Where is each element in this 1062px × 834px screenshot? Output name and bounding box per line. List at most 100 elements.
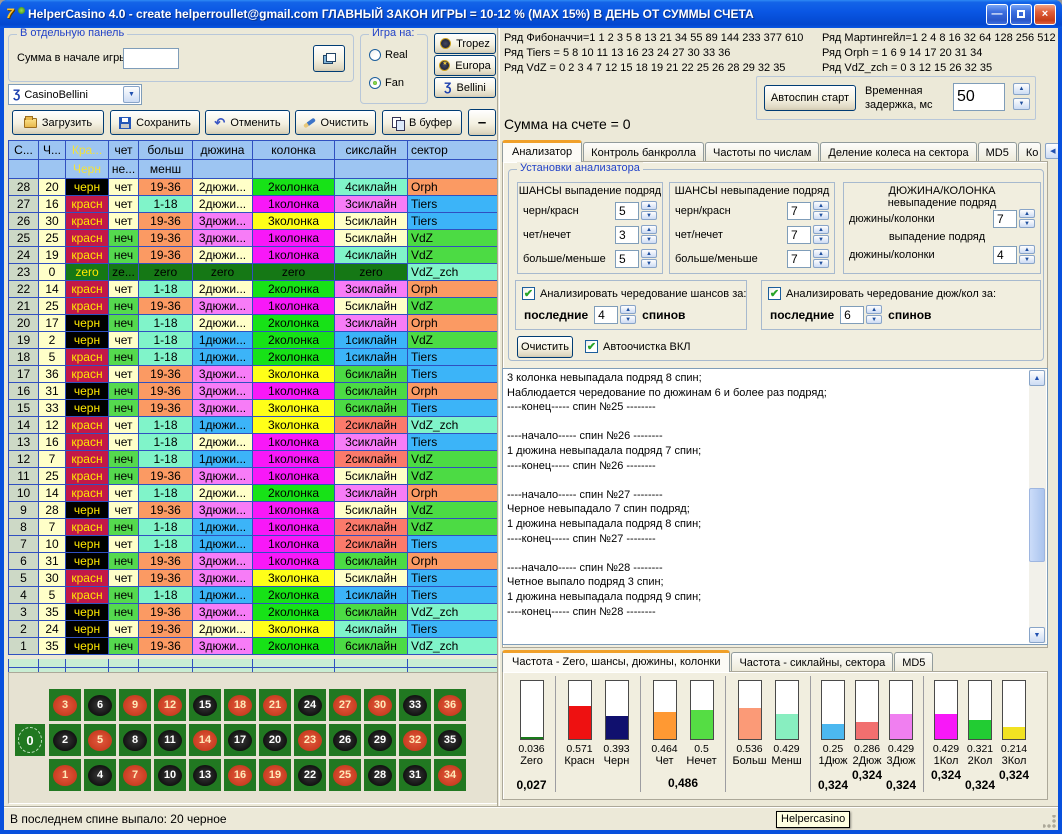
roulette-number-33[interactable]: 33 [399,689,431,721]
scroll-down-icon[interactable]: ▼ [1029,627,1045,643]
roulette-number-21[interactable]: 21 [259,689,291,721]
scroll-thumb[interactable] [1029,488,1045,562]
spinner[interactable]: 5▲▼ [615,201,657,220]
copy-to-clipboard-button[interactable]: В буфер [382,110,462,135]
radio-real[interactable]: Real [369,49,408,61]
delay-value[interactable]: 50 [953,83,1005,111]
winning-number-cell: 20 [39,179,66,196]
spinner[interactable]: 4▲▼ [993,245,1035,264]
tab-md5[interactable]: MD5 [978,142,1017,162]
close-button[interactable]: × [1034,4,1056,25]
alternation-chances-label: Анализировать чередование шансов за: [540,288,746,300]
roulette-number-1[interactable]: 1 [49,759,81,791]
tab-analyzer[interactable]: Анализатор [502,140,582,162]
roulette-number-4[interactable]: 4 [84,759,116,791]
roulette-number-3[interactable]: 3 [49,689,81,721]
roulette-number-31[interactable]: 31 [399,759,431,791]
undo-button[interactable]: ↶Отменить [205,110,290,135]
autospin-start-button[interactable]: Автоспин старт [764,85,856,111]
spinner[interactable]: 4▲▼ [594,305,636,324]
tab-more[interactable]: Ко [1018,142,1042,162]
tab-freq-main[interactable]: Частота - Zero, шансы, дюжины, колонки [502,650,730,672]
tab-scroll-left-icon[interactable]: ◀ [1045,143,1058,159]
roulette-number-5[interactable]: 5 [84,724,116,756]
sector-cell: VdZ [408,519,498,536]
spinner[interactable]: 7▲▼ [787,249,829,268]
titlebar[interactable]: 7 HelperCasino 4.0 - create helperroulle… [0,0,1062,28]
roulette-number-12[interactable]: 12 [154,689,186,721]
collapse-button[interactable]: – [468,109,496,136]
start-sum-input[interactable] [123,48,179,69]
roulette-number-24[interactable]: 24 [294,689,326,721]
roulette-number-28[interactable]: 28 [364,759,396,791]
tab-number-frequencies[interactable]: Частоты по числам [705,142,819,162]
roulette-number-8[interactable]: 8 [119,724,151,756]
spinner[interactable]: 7▲▼ [993,209,1035,228]
radio-fan[interactable]: Fan [369,77,404,89]
delay-stepper[interactable]: ▲ ▼ [1013,83,1030,110]
roulette-number-29[interactable]: 29 [364,724,396,756]
roulette-number-19[interactable]: 19 [259,759,291,791]
checkbox-checked[interactable]: ✔ [768,287,781,300]
clear-button[interactable]: Очистить [295,110,376,135]
roulette-number-36[interactable]: 36 [434,689,466,721]
maximize-button[interactable] [1010,4,1032,25]
roulette-number-18[interactable]: 18 [224,689,256,721]
analysis-log[interactable]: 3 колонка невыпадала подряд 8 спин; Набл… [502,368,1048,645]
range-cell: 1-18 [139,349,193,366]
tab-freq-sixlines[interactable]: Частота - сиклайны, сектора [731,652,893,672]
spinner[interactable]: 3▲▼ [615,225,657,244]
resize-grip[interactable] [1043,815,1056,828]
spinner[interactable]: 6▲▼ [840,305,882,324]
sixline-cell: 3сиклайн [335,315,408,332]
spinner[interactable]: 7▲▼ [787,201,829,220]
checkbox-checked[interactable]: ✔ [522,287,535,300]
roulette-number-10[interactable]: 10 [154,759,186,791]
roulette-number-25[interactable]: 25 [329,759,361,791]
tab-bankroll[interactable]: Контроль банкролла [583,142,704,162]
autoclear-checkbox[interactable]: ✔ Автоочистка ВКЛ [585,340,690,353]
roulette-number-27[interactable]: 27 [329,689,361,721]
log-scrollbar[interactable]: ▲ ▼ [1029,370,1046,643]
tab-wheel-sectors[interactable]: Деление колеса на сектора [820,142,976,162]
roulette-number-17[interactable]: 17 [224,724,256,756]
tab-freq-md5[interactable]: MD5 [894,652,933,672]
spinner[interactable]: 7▲▼ [787,225,829,244]
spinner[interactable]: 5▲▼ [615,249,657,268]
roulette-number-35[interactable]: 35 [434,724,466,756]
range-cell: 1-18 [139,485,193,502]
down-arrow-icon[interactable]: ▼ [1013,98,1030,110]
tropez-button[interactable]: Tropez [434,33,496,54]
roulette-number-2[interactable]: 2 [49,724,81,756]
roulette-number-26[interactable]: 26 [329,724,361,756]
color-cell: красн [66,213,109,230]
roulette-number-20[interactable]: 20 [259,724,291,756]
roulette-number-23[interactable]: 23 [294,724,326,756]
roulette-number-9[interactable]: 9 [119,689,151,721]
analyzer-clear-button[interactable]: Очистить [517,336,573,358]
detach-panel-button[interactable] [313,45,345,72]
load-button[interactable]: Загрузить [12,110,104,135]
roulette-number-13[interactable]: 13 [189,759,221,791]
up-arrow-icon[interactable]: ▲ [1013,83,1030,95]
scroll-up-icon[interactable]: ▲ [1029,370,1045,386]
roulette-number-15[interactable]: 15 [189,689,221,721]
roulette-number-16[interactable]: 16 [224,759,256,791]
minimize-button[interactable]: — [986,4,1008,25]
chevron-down-icon[interactable]: ▼ [123,86,140,103]
roulette-chip: 22 [298,765,322,786]
roulette-zero-cell[interactable]: 0 [15,724,45,756]
save-button[interactable]: Сохранить [110,110,200,135]
roulette-number-6[interactable]: 6 [84,689,116,721]
roulette-number-30[interactable]: 30 [364,689,396,721]
roulette-number-22[interactable]: 22 [294,759,326,791]
roulette-number-7[interactable]: 7 [119,759,151,791]
roulette-number-11[interactable]: 11 [154,724,186,756]
casino-select[interactable]: Ʒ CasinoBellini ▼ [8,84,142,105]
roulette-number-34[interactable]: 34 [434,759,466,791]
roulette-number-32[interactable]: 32 [399,724,431,756]
bellini-button[interactable]: ƷBellini [434,77,496,98]
roulette-number-14[interactable]: 14 [189,724,221,756]
roulette-chip: 5 [88,730,112,751]
europa-button[interactable]: Europa [434,55,496,76]
